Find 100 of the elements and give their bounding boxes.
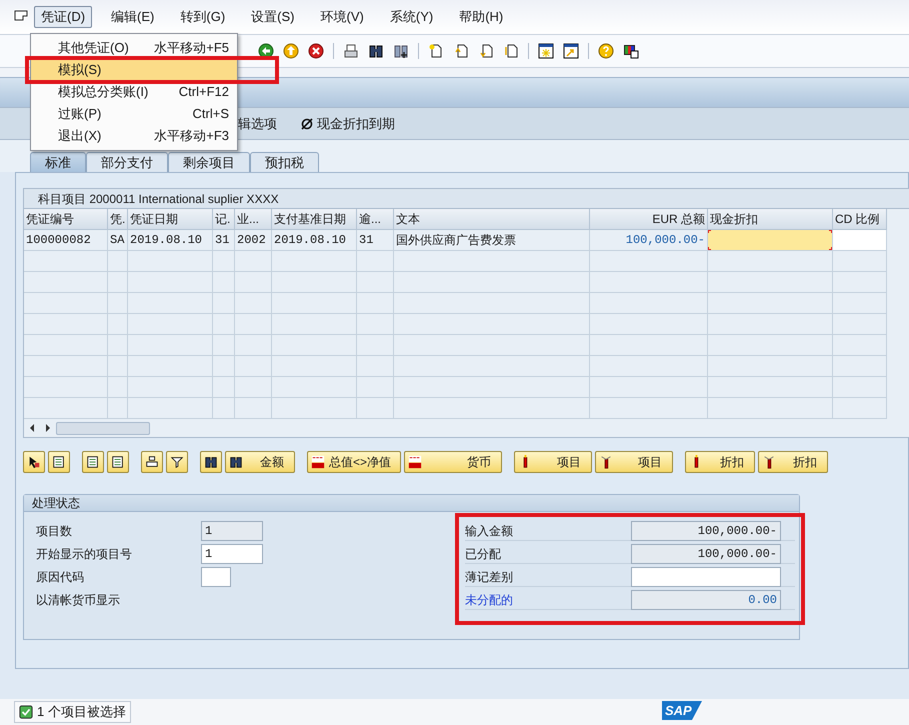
binoculars-icon[interactable] bbox=[368, 43, 384, 59]
page-up-icon[interactable] bbox=[453, 43, 469, 59]
menu-item[interactable]: 其他凭证(O) 水平移动+F5 bbox=[31, 37, 237, 59]
status-message: 1 个项目被选择 bbox=[37, 703, 126, 722]
column-header[interactable]: 支付基准日期 bbox=[272, 209, 357, 230]
table-cell bbox=[833, 356, 887, 377]
table-cell bbox=[357, 335, 394, 356]
input-field[interactable] bbox=[708, 230, 833, 251]
table-cell bbox=[213, 314, 235, 335]
menu-item[interactable]: 退出(X) 水平移动+F3 bbox=[31, 125, 237, 147]
menu-item[interactable]: 帮助(H) bbox=[452, 6, 510, 28]
column-header[interactable]: 逾... bbox=[357, 209, 394, 230]
tab[interactable]: 部分支付 bbox=[86, 152, 168, 172]
tab[interactable]: 预扣税 bbox=[250, 152, 319, 172]
table-cell bbox=[235, 251, 272, 272]
toolbar-button[interactable] bbox=[200, 451, 222, 473]
table-cell bbox=[833, 251, 887, 272]
table-cell: 2019.08.10 bbox=[128, 230, 213, 251]
menu-item[interactable]: 过账(P) Ctrl+S bbox=[31, 103, 237, 125]
toolbar-button[interactable] bbox=[82, 451, 104, 473]
column-header[interactable]: 文本 bbox=[394, 209, 590, 230]
toolbar-button[interactable]: 金额 bbox=[225, 451, 295, 473]
binoculars-icon bbox=[204, 455, 218, 469]
panel-title: 处理状态 bbox=[24, 495, 799, 512]
table-cell bbox=[235, 335, 272, 356]
toolbar-button[interactable] bbox=[23, 451, 45, 473]
readonly-field[interactable]: 100,000.00- bbox=[631, 544, 781, 564]
toolbar-button[interactable] bbox=[48, 451, 70, 473]
scrollbar-thumb[interactable] bbox=[56, 422, 150, 434]
monitor-icon[interactable] bbox=[623, 43, 639, 59]
table-cell bbox=[357, 356, 394, 377]
table-cell bbox=[213, 377, 235, 398]
menu-item[interactable]: 转到(G) bbox=[173, 6, 232, 28]
field-label: 开始显示的项目号 bbox=[36, 546, 133, 563]
table-cell bbox=[235, 293, 272, 314]
column-header[interactable]: 凭证编号 bbox=[24, 209, 108, 230]
toolbar-button[interactable] bbox=[141, 451, 163, 473]
toolbar-button[interactable]: 折扣 bbox=[685, 451, 755, 473]
table-cell bbox=[833, 314, 887, 335]
toolbar-button[interactable]: 项目 bbox=[595, 451, 673, 473]
menu-item[interactable]: 设置(S) bbox=[244, 6, 302, 28]
toolbar-button[interactable] bbox=[166, 451, 188, 473]
input-field[interactable]: 1 bbox=[201, 544, 263, 564]
toolbar-button[interactable]: 总值<>净值 bbox=[307, 451, 401, 473]
menu-item[interactable]: 凭证(D) bbox=[34, 6, 92, 28]
table-cell: 2019.08.10 bbox=[272, 230, 357, 251]
readonly-field[interactable]: 100,000.00- bbox=[631, 520, 781, 540]
table-cell bbox=[108, 293, 128, 314]
help-icon[interactable] bbox=[598, 43, 614, 59]
column-header[interactable]: 凭证日期 bbox=[128, 209, 213, 230]
input-field[interactable] bbox=[631, 566, 781, 586]
column-header[interactable]: 现金折扣 bbox=[708, 209, 833, 230]
up-circle-icon[interactable] bbox=[283, 43, 299, 59]
page-down-icon[interactable] bbox=[478, 43, 494, 59]
readonly-field[interactable]: 0.00 bbox=[631, 590, 781, 610]
table-cell bbox=[108, 272, 128, 293]
table-cell bbox=[357, 272, 394, 293]
table-cell bbox=[235, 377, 272, 398]
table-cell bbox=[213, 293, 235, 314]
input-field[interactable] bbox=[833, 230, 887, 251]
page-arrows-icon[interactable] bbox=[503, 43, 519, 59]
pen-down-icon bbox=[762, 455, 776, 469]
pen-down-icon bbox=[599, 455, 613, 469]
table-cell: 31 bbox=[357, 230, 394, 251]
menu-item[interactable]: 系统(Y) bbox=[382, 6, 440, 28]
field-label: 原因代码 bbox=[36, 569, 85, 586]
menu-item[interactable]: 模拟(S) bbox=[31, 59, 237, 81]
binoculars-plus-icon[interactable] bbox=[393, 43, 409, 59]
tab[interactable]: 标准 bbox=[30, 152, 86, 172]
slashed-circle-icon bbox=[301, 118, 313, 130]
menu-item[interactable]: 编辑(E) bbox=[104, 6, 162, 28]
table-cell: 国外供应商广告费发票 bbox=[394, 230, 590, 251]
table-cell bbox=[213, 251, 235, 272]
column-header[interactable]: 业... bbox=[235, 209, 272, 230]
table-cell bbox=[108, 377, 128, 398]
column-header[interactable]: 凭. bbox=[108, 209, 128, 230]
page-star-icon[interactable] bbox=[428, 43, 444, 59]
toolbar-button[interactable]: 折扣 bbox=[758, 451, 828, 473]
table-cell bbox=[357, 251, 394, 272]
column-header[interactable]: EUR 总额 bbox=[590, 209, 708, 230]
table-cell bbox=[833, 293, 887, 314]
input-field[interactable] bbox=[201, 567, 231, 587]
tab[interactable]: 剩余项目 bbox=[168, 152, 250, 172]
back-circle-icon[interactable] bbox=[258, 43, 274, 59]
column-header[interactable]: CD 比例 bbox=[833, 209, 887, 230]
toolbar-button[interactable]: 项目 bbox=[514, 451, 592, 473]
money-icon bbox=[311, 455, 325, 469]
toolbar-button[interactable]: 现金折扣到期 bbox=[301, 114, 395, 134]
printer-icon[interactable] bbox=[343, 43, 359, 59]
menu-item[interactable]: 环境(V) bbox=[314, 6, 371, 28]
toolbar-button[interactable] bbox=[107, 451, 129, 473]
table-cell bbox=[357, 293, 394, 314]
toolbar-button[interactable]: 货币 bbox=[404, 451, 502, 473]
table-cell: 2002 bbox=[235, 230, 272, 251]
cancel-icon[interactable] bbox=[308, 43, 324, 59]
column-header[interactable]: 记. bbox=[213, 209, 235, 230]
menu-item[interactable]: 模拟总分类账(I) Ctrl+F12 bbox=[31, 81, 237, 103]
list-icon bbox=[52, 455, 66, 469]
readonly-field[interactable]: 1 bbox=[201, 521, 263, 541]
toolbar-button[interactable]: 辑选项 bbox=[238, 114, 277, 134]
